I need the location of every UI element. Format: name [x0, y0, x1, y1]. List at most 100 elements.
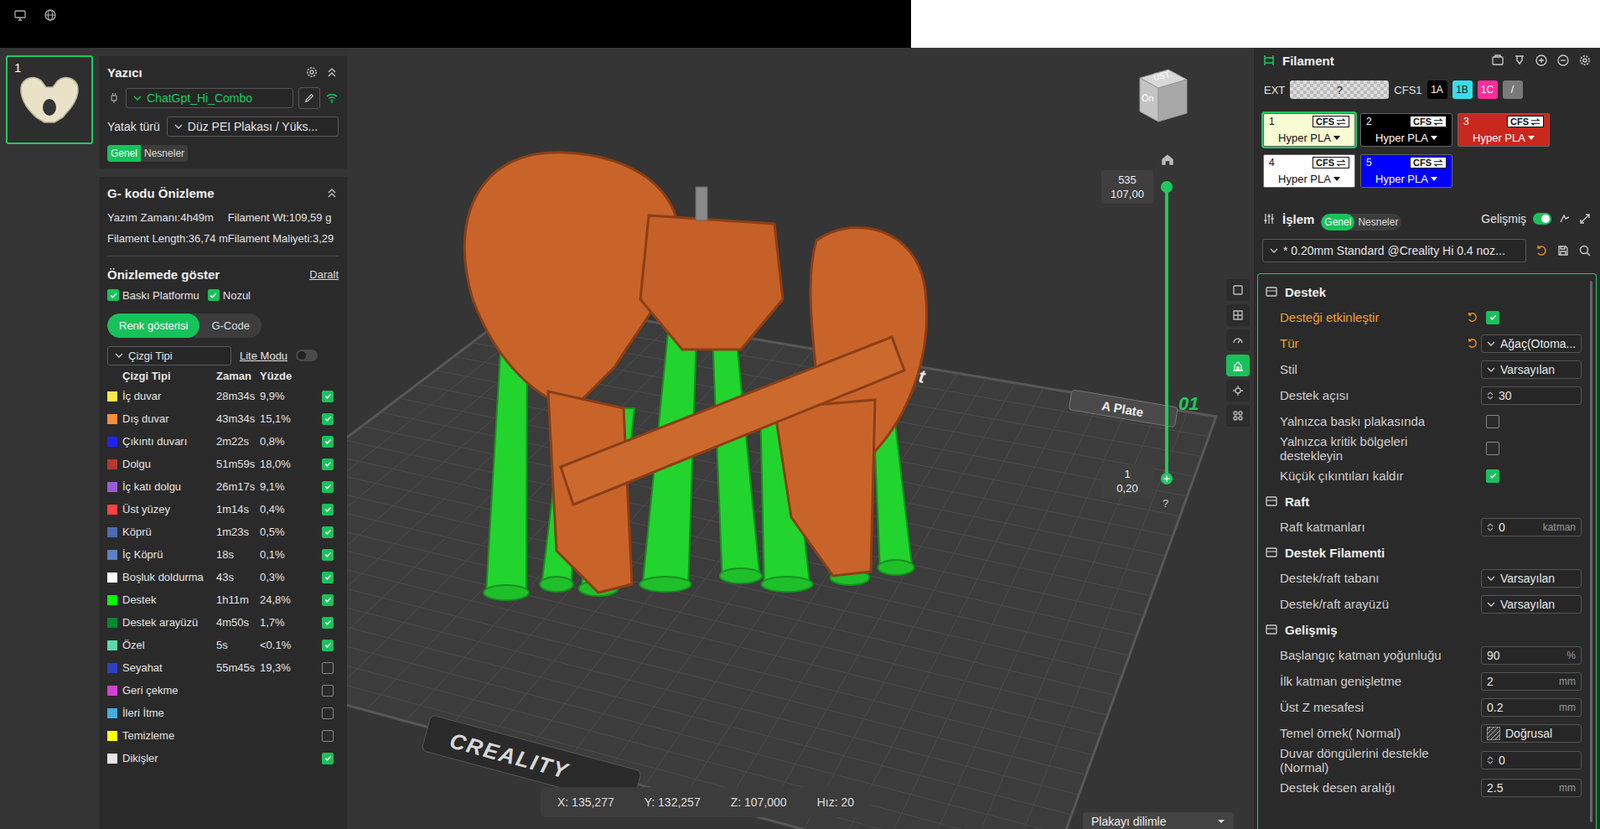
cfs-slot-chip[interactable]: / [1502, 80, 1523, 99]
search-icon[interactable] [1578, 243, 1592, 258]
view-cube[interactable]: ÜSTÖn [1134, 64, 1192, 125]
line-type-checkbox[interactable] [321, 435, 334, 448]
spin-arrows-icon[interactable] [1486, 522, 1494, 533]
line-type-checkbox[interactable] [321, 413, 334, 425]
filament-type[interactable]: Hyper PLA [1366, 172, 1447, 186]
setting-pattern-select[interactable]: Doğrusal [1480, 724, 1582, 743]
compare-icon[interactable] [1558, 212, 1572, 226]
setting-select[interactable]: Varsayılan [1480, 569, 1582, 588]
line-type-checkbox[interactable] [321, 639, 334, 652]
collapse-link[interactable]: Daralt [309, 268, 339, 281]
line-type-checkbox[interactable] [321, 503, 334, 516]
setting-spinbox[interactable]: 0 [1480, 750, 1582, 770]
reset-icon[interactable] [1534, 243, 1549, 258]
printer-select[interactable]: ChatGpt_Hi_Combo [125, 88, 294, 109]
view-toolbar-button[interactable] [1226, 404, 1250, 427]
setting-select[interactable]: Varsayılan [1480, 360, 1582, 379]
preview-mode[interactable]: Renk gösterisi [107, 313, 200, 338]
layer-slider-top-handle[interactable] [1160, 181, 1173, 193]
checkbox[interactable] [107, 289, 120, 301]
gear-icon[interactable] [1578, 53, 1592, 68]
line-type-checkbox[interactable] [321, 707, 334, 720]
view-toolbar-button[interactable] [1226, 354, 1250, 377]
filament-type[interactable]: Hyper PLA [1268, 172, 1350, 186]
printer-tab[interactable]: Genel [107, 144, 141, 162]
slice-plate-button[interactable]: Plakayı dilimle [1082, 812, 1234, 829]
spin-arrows-icon[interactable] [1486, 755, 1494, 766]
view-toolbar-button[interactable] [1226, 304, 1250, 327]
line-type-checkbox[interactable] [321, 458, 334, 471]
setting-input[interactable]: 0.2mm [1480, 698, 1582, 717]
process-tab[interactable]: Genel [1320, 213, 1355, 231]
plate-thumbnail[interactable]: 1 [5, 55, 94, 145]
globe-icon[interactable] [43, 8, 57, 22]
view-toolbar-button[interactable] [1226, 379, 1250, 402]
line-type-checkbox[interactable] [321, 390, 334, 403]
settings-flow-icon[interactable] [1578, 212, 1592, 226]
setting-checkbox[interactable] [1486, 469, 1500, 483]
view-toolbar-button[interactable] [1226, 329, 1250, 352]
view-toolbar-button[interactable] [1226, 279, 1250, 301]
line-type-checkbox[interactable] [321, 684, 334, 697]
chevron-down-icon[interactable] [1216, 818, 1226, 824]
cfs-badge[interactable]: CFS [1409, 156, 1447, 169]
collapse-icon[interactable] [325, 186, 339, 200]
setting-checkbox[interactable] [1486, 310, 1500, 325]
line-type-checkbox[interactable] [321, 594, 334, 606]
layer-slider-bottom-handle[interactable] [1160, 472, 1173, 485]
setting-spinbox[interactable]: 0katman [1480, 517, 1582, 537]
process-tab[interactable]: Nesneler [1354, 213, 1402, 231]
setting-checkbox[interactable] [1486, 414, 1500, 429]
printer-tab[interactable]: Nesneler [140, 144, 188, 162]
cfs-slot-chip[interactable]: 1A [1427, 80, 1448, 99]
line-type-checkbox[interactable] [321, 752, 334, 765]
sync-filament-icon[interactable] [1491, 53, 1505, 68]
advanced-toggle[interactable] [1532, 212, 1552, 225]
lite-mode-toggle[interactable] [295, 349, 318, 362]
line-type-checkbox[interactable] [321, 662, 334, 674]
monitor-icon[interactable] [13, 8, 27, 22]
3d-viewport[interactable]: printA Plate01CREALITYÜSTÖn535107,0010,2… [346, 47, 1254, 829]
cfs-badge[interactable]: CFS [1312, 156, 1350, 169]
filament-type[interactable]: Hyper PLA [1366, 131, 1447, 145]
add-icon[interactable] [1534, 53, 1549, 68]
layer-slider[interactable] [1165, 186, 1169, 479]
filament-slot[interactable]: 1CFSHyper PLA [1263, 113, 1356, 147]
filament-slot[interactable]: 3CFSHyper PLA [1457, 113, 1550, 147]
line-type-checkbox[interactable] [321, 481, 334, 493]
setting-select[interactable]: Ağaç(Otoma... [1480, 334, 1582, 353]
preview-checkbox[interactable]: Nozul [207, 289, 251, 302]
setting-spinbox[interactable]: 30 [1480, 386, 1582, 405]
settings-scrollbar[interactable] [1589, 280, 1593, 823]
line-type-checkbox[interactable] [321, 526, 334, 539]
filament-slot[interactable]: 2CFSHyper PLA [1360, 113, 1453, 147]
filament-type[interactable]: Hyper PLA [1463, 131, 1544, 145]
setting-input[interactable]: 90% [1480, 646, 1582, 665]
reset-icon[interactable] [1465, 336, 1479, 350]
setting-input[interactable]: 2.5mm [1480, 778, 1582, 798]
line-type-checkbox[interactable] [321, 730, 334, 742]
setting-select[interactable]: Varsayılan [1480, 595, 1582, 614]
nozzle-icon[interactable] [1512, 53, 1527, 68]
filament-slot[interactable]: 5CFSHyper PLA [1360, 154, 1453, 188]
reset-icon[interactable] [1465, 310, 1479, 324]
preview-mode[interactable]: G-Code [199, 313, 262, 338]
cfs-slot-chip[interactable]: 1C [1477, 80, 1498, 99]
setting-checkbox[interactable] [1486, 441, 1500, 456]
bed-type-select[interactable]: Düz PEI Plakası / Yüks... [166, 116, 339, 137]
process-preset-select[interactable]: * 0.20mm Standard @Creality Hi 0.4 noz..… [1262, 238, 1527, 263]
gear-icon[interactable] [305, 65, 319, 79]
scene[interactable]: printA Plate01CREALITY [346, 47, 1254, 829]
home-icon[interactable] [1159, 151, 1176, 167]
collapse-icon[interactable] [325, 65, 339, 79]
edit-printer-button[interactable] [298, 87, 321, 109]
setting-input[interactable]: 2mm [1480, 672, 1582, 691]
help-button[interactable]: ? [1162, 497, 1169, 510]
line-type-checkbox[interactable] [321, 571, 334, 584]
save-icon[interactable] [1556, 243, 1570, 258]
preview-checkbox[interactable]: Baskı Platformu [107, 289, 200, 302]
remove-icon[interactable] [1556, 53, 1570, 68]
cfs-badge[interactable]: CFS [1312, 115, 1350, 128]
checkbox[interactable] [207, 289, 220, 301]
filament-type[interactable]: Hyper PLA [1268, 131, 1350, 145]
